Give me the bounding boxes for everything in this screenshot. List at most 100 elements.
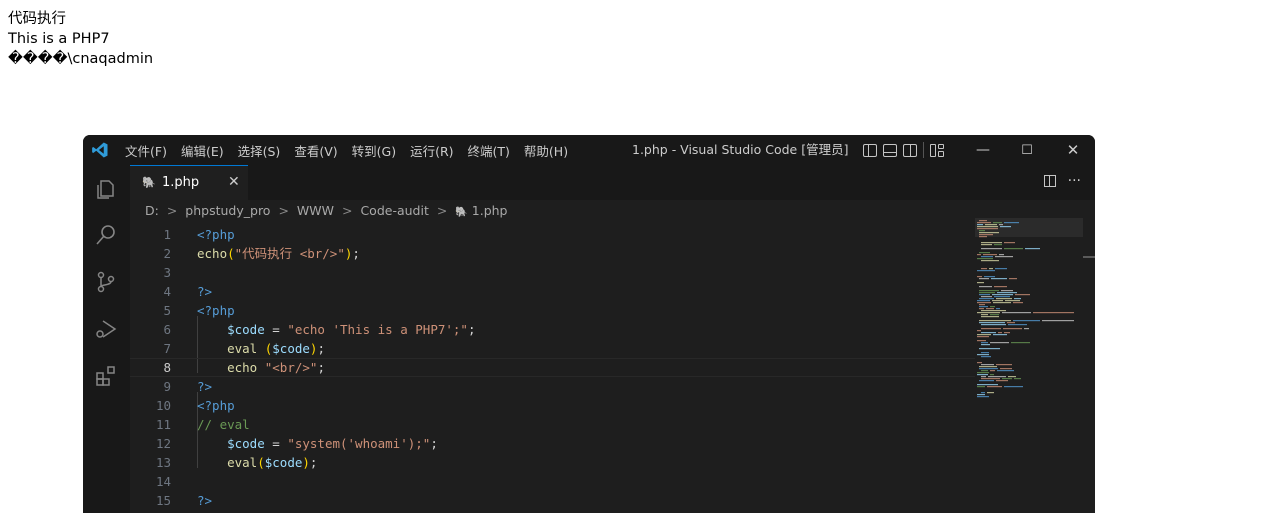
code-text: echo "<br/>"; [197,358,325,377]
minimap-line [985,224,997,226]
minimap-line [981,324,1006,326]
code-editor[interactable]: 1 <?php 2 echo("代码执行 <br/>"); 3 4 ?> 5 <?php 6 $c… [130,223,975,513]
minimap-line [1000,368,1012,370]
minimap-line [1004,222,1019,224]
minimap-line [977,270,995,272]
scrollbar-cursor-marker [1083,256,1095,258]
code-text: <?php [197,225,235,244]
breadcrumb-item[interactable]: WWW [297,203,334,218]
minimap-line [979,294,990,296]
code-line[interactable]: 2 echo("代码执行 <br/>"); [130,244,975,263]
code-line[interactable]: 5 <?php [130,301,975,320]
minimap-line [1015,294,1030,296]
minimap-line [981,352,989,354]
minimap-line [990,306,995,308]
minimap-line [1005,300,1020,302]
minimap-line [1011,342,1030,344]
line-number: 8 [163,360,171,375]
line-number: 9 [163,379,171,394]
breadcrumb-item[interactable]: 1.php [472,203,508,218]
toggle-panel-icon[interactable] [883,143,897,157]
minimap-line [979,322,1005,324]
code-line[interactable]: 4 ?> [130,282,975,301]
minimap-line [977,340,986,342]
menu-edit[interactable]: 编辑(E) [181,141,224,160]
line-number: 15 [155,493,171,508]
minimap-line [981,268,987,270]
tab-1-php[interactable]: 🐘 1.php ✕ [130,165,248,200]
toggle-primary-sidebar-icon[interactable] [863,143,877,157]
menu-file[interactable]: 文件(F) [125,141,167,160]
code-line[interactable]: 1 <?php [130,225,975,244]
minimap-line [992,294,1013,296]
vscode-logo-icon [92,142,108,158]
code-line[interactable]: 11 // eval [130,415,975,434]
code-line[interactable]: 3 [130,263,975,282]
code-token: ; [430,436,438,451]
chevron-right-icon: > [436,203,448,218]
code-line[interactable]: 15 ?> [130,491,975,510]
close-window-button[interactable]: ✕ [1058,135,1088,165]
code-line[interactable]: 10 <?php [130,396,975,415]
minimize-button[interactable]: — [968,135,998,165]
minimap-line [986,308,994,310]
code-token: <?php [197,227,235,242]
breadcrumb-item[interactable]: Code-audit [360,203,428,218]
breadcrumb-item[interactable]: phpstudy_pro [185,203,270,218]
explorer-icon[interactable] [94,177,118,201]
run-debug-icon[interactable] [94,317,118,341]
minimap-line [1013,302,1023,304]
menu-help[interactable]: 帮助(H) [524,141,568,160]
menu-go[interactable]: 转到(G) [352,141,396,160]
activity-bar [83,165,130,513]
code-line[interactable]: 8 echo "<br/>"; [130,358,975,377]
breadcrumb-item[interactable]: D: [145,203,159,218]
customize-layout-icon[interactable] [930,143,944,157]
minimap-line [981,248,1002,250]
minimap-line [981,392,985,394]
menu-selection[interactable]: 选择(S) [238,141,281,160]
source-control-icon[interactable] [94,270,118,294]
chevron-right-icon: > [166,203,178,218]
code-line[interactable]: 6 $code = "echo 'This is a PHP7';"; [130,320,975,339]
extensions-icon[interactable] [94,364,118,388]
minimap-line [977,334,991,336]
line-number: 6 [163,322,171,337]
code-text: <?php [197,301,235,320]
code-line[interactable]: 9 ?> [130,377,975,396]
split-editor-icon[interactable] [1043,175,1056,187]
minimap-line [981,310,1006,312]
code-line[interactable]: 14 [130,472,975,491]
menu-terminal[interactable]: 终端(T) [468,141,510,160]
maximize-button[interactable]: ☐ [1012,135,1042,165]
minimap-line [993,222,1002,224]
minimap-line [979,366,997,368]
vertical-scrollbar[interactable] [1084,218,1095,513]
more-actions-icon[interactable]: ··· [1068,173,1081,189]
divider [923,142,924,158]
line-number: 10 [155,398,171,413]
minimap-line [1004,242,1015,244]
minimap[interactable] [975,218,1083,513]
minimap-line [981,342,988,344]
code-line[interactable]: 12 $code = "system('whoami');"; [130,434,975,453]
toggle-secondary-sidebar-icon[interactable] [903,143,917,157]
minimap-line [995,268,1007,270]
menu-view[interactable]: 查看(V) [294,141,337,160]
line-number: 11 [155,417,171,432]
minimap-line [977,226,998,228]
code-line[interactable]: 7 eval ($code); [130,339,975,358]
code-line[interactable]: 13 eval($code); [130,453,975,472]
menu-run[interactable]: 运行(R) [410,141,453,160]
layout-controls [863,142,944,158]
close-tab-icon[interactable]: ✕ [228,174,240,190]
minimap-line [981,356,991,358]
code-text: echo("代码执行 <br/>"); [197,244,360,263]
vscode-window: 文件(F) 编辑(E) 选择(S) 查看(V) 转到(G) 运行(R) 终端(T… [83,135,1095,513]
search-icon[interactable] [94,223,118,247]
minimap-line [1014,378,1021,380]
minimap-line [977,228,998,230]
minimap-line [1002,312,1031,314]
